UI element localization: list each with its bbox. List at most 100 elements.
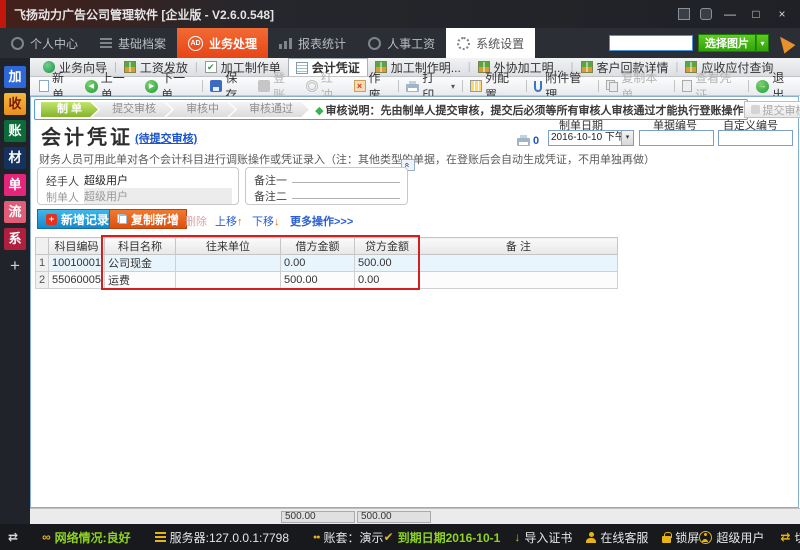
name-cell[interactable]: 运费 — [104, 272, 175, 289]
lock-icon — [662, 536, 671, 543]
sidebar-item-zhang[interactable]: 账 — [4, 120, 26, 142]
account-set: ●● 账套：演示 — [313, 529, 383, 546]
sidebar-item-xi[interactable]: 系 — [4, 228, 26, 250]
add-record-button[interactable]: + 新增记录 — [37, 209, 118, 229]
sidebar-item-cai[interactable]: 材 — [4, 147, 26, 169]
lock-screen-button[interactable]: 锁屏 — [662, 529, 699, 546]
remark2-field[interactable] — [292, 187, 400, 199]
sidebar-item-liu[interactable]: 流 — [4, 201, 26, 223]
maximize-button[interactable]: □ — [748, 7, 764, 21]
close-button[interactable]: × — [774, 7, 790, 21]
debit-cell[interactable]: 0.00 — [280, 255, 354, 272]
minimize-button[interactable]: — — [722, 7, 738, 21]
doc-no-input[interactable] — [639, 130, 714, 146]
new-doc-button[interactable]: 新单 — [34, 77, 80, 95]
transfer-icon[interactable]: ⇄ — [8, 530, 18, 544]
remark1-field[interactable] — [292, 171, 400, 183]
nav-tab-hr-payroll[interactable]: 人事工资 — [357, 28, 446, 58]
person-panel: 经手人 超级用户 制单人 超级用户 — [37, 167, 239, 205]
custom-no-input[interactable] — [718, 130, 793, 146]
voucher-toolbar: 新单 ◀ 上一单 ▶ 下一单 保存 登账 红冲 × 作废 打 印 — [30, 77, 800, 96]
import-cert-button[interactable]: ↓ 导入证书 — [514, 529, 572, 546]
sidebar-item-shou[interactable]: 收 — [4, 93, 26, 115]
credit-cell[interactable]: 0.00 — [354, 272, 419, 289]
nav-tab-reports[interactable]: 报表统计 — [268, 28, 357, 58]
list-icon — [100, 38, 112, 48]
exit-icon: → — [756, 80, 769, 93]
code-cell[interactable]: 10010001 — [49, 255, 105, 272]
pending-review-link[interactable]: (待提交审核) — [135, 130, 197, 146]
name-cell[interactable]: 公司现金 — [104, 255, 175, 272]
print-button[interactable]: 打 印 ▾ — [401, 77, 460, 95]
void-button[interactable]: × 作废 — [349, 77, 397, 95]
copy-doc-button[interactable]: 复制本单 — [601, 77, 672, 95]
next-doc-button[interactable]: ▶ 下一单 — [140, 77, 200, 95]
save-button[interactable]: 保存 — [205, 77, 253, 95]
row-number-header — [36, 238, 49, 255]
choose-image-button[interactable]: 选择图片 — [698, 34, 756, 52]
nav-tab-business-active[interactable]: AD 业务处理 — [177, 28, 268, 58]
nav-tab-system-settings[interactable]: 系统设置 — [446, 28, 535, 58]
remark-cell[interactable] — [419, 255, 617, 272]
remark-cell[interactable] — [419, 272, 617, 289]
col-header-debit[interactable]: 借方金额 — [280, 238, 354, 255]
workflow-note-text: 先由制单人提交审核，提交后必须等所有审核人审核通过才能执行登账操作 — [381, 105, 744, 117]
prev-doc-button[interactable]: ◀ 上一单 — [80, 77, 140, 95]
handler-field[interactable]: 超级用户 — [84, 172, 230, 189]
table-row[interactable]: 2 55060005 运费 500.00 0.00 — [36, 272, 618, 289]
sidebar-add-button[interactable]: + — [4, 255, 26, 277]
col-header-code[interactable]: 科目编码 — [49, 238, 105, 255]
workflow-step-make: 制 单 — [41, 102, 98, 117]
choose-image-caret[interactable]: ▾ — [756, 34, 769, 52]
link-label: 上移 — [215, 216, 237, 228]
date-select[interactable]: 2016-10-10 下午 03:5 ▾ — [548, 130, 634, 146]
view-voucher-icon — [682, 80, 692, 92]
table-row[interactable]: 1 10010001 公司现金 0.00 500.00 — [36, 255, 618, 272]
image-picker: 选择图片 ▾ — [698, 34, 769, 52]
move-down-link[interactable]: 下移↓ — [252, 213, 280, 229]
view-voucher-button[interactable]: 查看凭证 — [677, 77, 746, 95]
button-label: 切换用户 — [794, 529, 800, 546]
tray-doc-icon[interactable] — [678, 8, 690, 20]
ad-badge-icon: AD — [188, 36, 203, 51]
sidebar-item-jia[interactable]: 加 — [4, 66, 26, 88]
submit-review-button[interactable]: 提交审核 — [744, 101, 800, 118]
copy-add-icon — [117, 214, 127, 224]
online-service-button[interactable]: 在线客服 — [586, 529, 648, 546]
skin-icon[interactable] — [700, 8, 712, 20]
delete-link[interactable]: 删除 — [185, 213, 207, 229]
unit-cell[interactable] — [175, 272, 280, 289]
window-title: 飞扬动力广告公司管理软件 [企业版 - V2.6.0.548] — [14, 6, 274, 23]
exit-button[interactable]: → 退出 — [751, 77, 800, 95]
code-cell[interactable]: 55060005 — [49, 272, 105, 289]
printer-icon[interactable] — [517, 138, 530, 146]
doc-check-icon: ✔ — [205, 61, 217, 73]
copy-doc-icon — [606, 80, 618, 92]
nav-tab-base-archives[interactable]: 基础档案 — [89, 28, 177, 58]
toolbar-separator — [398, 80, 399, 92]
user-badge-icon — [699, 531, 712, 544]
more-actions-link[interactable]: 更多操作>>> — [290, 213, 353, 229]
workflow-step-reviewing: 审核中 — [166, 102, 235, 117]
copy-add-button[interactable]: 复制新增 — [109, 209, 187, 229]
unit-cell[interactable] — [175, 255, 280, 272]
image-search-input[interactable] — [609, 35, 693, 51]
register-account-button[interactable]: 登账 — [253, 77, 301, 95]
move-up-link[interactable]: 上移↑ — [215, 213, 243, 229]
column-config-button[interactable]: 列配置 — [465, 77, 524, 95]
credit-cell[interactable]: 500.00 — [354, 255, 419, 272]
submit-review-icon — [751, 105, 760, 114]
debit-cell[interactable]: 500.00 — [280, 272, 354, 289]
col-header-credit[interactable]: 贷方金额 — [354, 238, 419, 255]
col-header-remark[interactable]: 备 注 — [419, 238, 617, 255]
red-reverse-button[interactable]: 红冲 — [301, 77, 349, 95]
col-header-name[interactable]: 科目名称 — [104, 238, 175, 255]
nav-tab-personal-center[interactable]: 个人中心 — [0, 28, 89, 58]
date-caret-icon[interactable]: ▾ — [621, 131, 633, 145]
attachment-button[interactable]: 附件管理 — [529, 77, 596, 95]
col-header-unit[interactable]: 往来单位 — [175, 238, 280, 255]
current-user[interactable]: 超级用户 — [699, 529, 764, 546]
row-number-cell: 1 — [36, 255, 49, 272]
sidebar-item-dan[interactable]: 单 — [4, 174, 26, 196]
switch-user-button[interactable]: ⇄ 切换用户 — [780, 529, 800, 546]
